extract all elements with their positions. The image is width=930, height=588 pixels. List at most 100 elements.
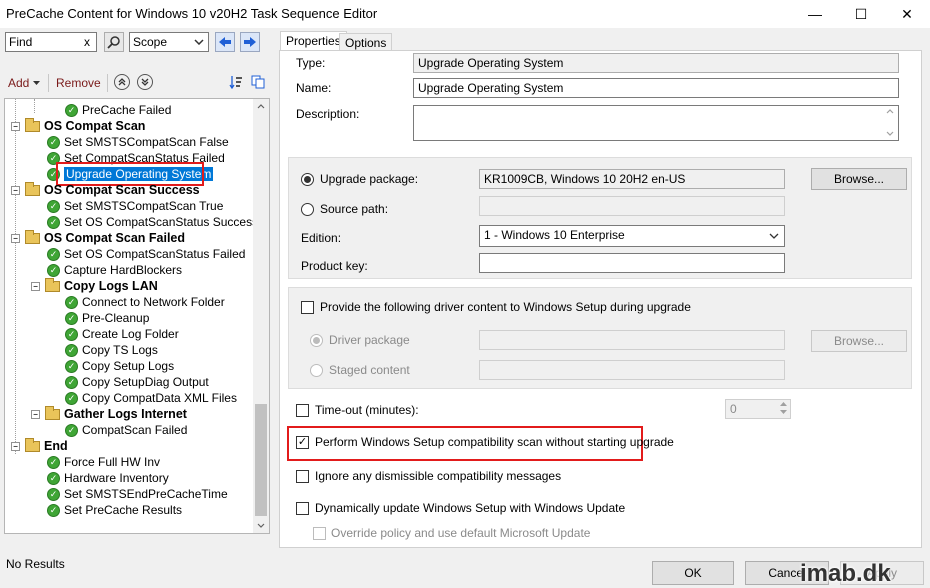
- scroll-up-icon[interactable]: [886, 109, 894, 114]
- upgrade-package-radio[interactable]: [301, 173, 314, 186]
- name-input[interactable]: Upgrade Operating System: [413, 78, 899, 98]
- scrollbar-thumb[interactable]: [255, 404, 267, 516]
- move-down-button[interactable]: [137, 74, 153, 90]
- upgrade-package-field: KR1009CB, Windows 10 20H2 en-US: [479, 169, 785, 189]
- tree-group-os-compat-scan[interactable]: − OS Compat Scan: [11, 117, 145, 134]
- sort-button[interactable]: [228, 74, 244, 90]
- tree-group-gather-logs-internet[interactable]: − Gather Logs Internet: [31, 405, 187, 422]
- override-policy-checkbox[interactable]: [313, 527, 326, 540]
- tree-item-label: Force Full HW Inv: [64, 455, 161, 469]
- find-clear-button[interactable]: x: [84, 35, 90, 49]
- timeout-label: Time-out (minutes):: [315, 403, 419, 417]
- title-bar: PreCache Content for Windows 10 v20H2 Ta…: [0, 0, 930, 28]
- type-field: Upgrade Operating System: [413, 53, 899, 73]
- tree-item-copy-setupdiag-output[interactable]: ✓ Copy SetupDiag Output: [65, 374, 209, 390]
- collapse-icon[interactable]: −: [11, 233, 20, 243]
- check-icon: ✓: [47, 471, 60, 485]
- tree-item-label: End: [44, 439, 68, 453]
- add-label: Add: [8, 76, 30, 90]
- find-input[interactable]: Find x: [5, 32, 97, 52]
- timeout-checkbox[interactable]: [296, 404, 309, 417]
- close-button[interactable]: ✕: [884, 0, 930, 28]
- remove-button[interactable]: Remove: [56, 76, 101, 90]
- tree-item-force-full-hw-inv[interactable]: ✓ Force Full HW Inv: [47, 454, 160, 470]
- check-icon: ✓: [65, 391, 78, 405]
- minimize-button[interactable]: —: [792, 0, 838, 28]
- driver-package-radio[interactable]: [310, 334, 323, 347]
- tree-item-set-precache-results[interactable]: ✓ Set PreCache Results: [47, 502, 182, 518]
- collapse-icon[interactable]: −: [31, 409, 40, 419]
- tree-item-copy-compatdata-xml-files[interactable]: ✓ Copy CompatData XML Files: [65, 390, 237, 406]
- tree-item-copy-setup-logs[interactable]: ✓ Copy Setup Logs: [65, 358, 174, 374]
- tab-options[interactable]: Options: [339, 33, 393, 51]
- ok-button[interactable]: OK: [652, 561, 734, 585]
- toolbar-divider: [107, 74, 108, 92]
- tree-item-pre-cleanup[interactable]: ✓ Pre-Cleanup: [65, 310, 149, 326]
- tree-scrollbar[interactable]: [253, 99, 269, 533]
- ignore-messages-checkbox[interactable]: [296, 470, 309, 483]
- staged-content-field: [479, 360, 785, 380]
- edition-value: 1 - Windows 10 Enterprise: [484, 228, 625, 242]
- timeout-stepper[interactable]: 0: [725, 399, 791, 419]
- product-key-input[interactable]: [479, 253, 785, 273]
- tree-item-label: OS Compat Scan Failed: [44, 231, 186, 245]
- description-scrollbar[interactable]: [882, 106, 898, 140]
- tree-item-set-os-compatscanstatus-failed[interactable]: ✓ Set OS CompatScanStatus Failed: [47, 246, 245, 262]
- driver-package-browse-button[interactable]: Browse...: [811, 330, 907, 352]
- type-label: Type:: [296, 56, 326, 70]
- previous-result-button[interactable]: [215, 32, 235, 52]
- override-policy-label: Override policy and use default Microsof…: [331, 526, 591, 540]
- scope-dropdown[interactable]: Scope: [129, 32, 209, 52]
- tree-item-set-smstscompatscan-true[interactable]: ✓ Set SMSTSCompatScan True: [47, 198, 223, 214]
- stepper-down-icon[interactable]: [780, 410, 787, 415]
- maximize-button[interactable]: ☐: [838, 0, 884, 28]
- find-search-button[interactable]: [104, 32, 124, 52]
- tree-item-hardware-inventory[interactable]: ✓ Hardware Inventory: [47, 470, 169, 486]
- tree-item-set-smstsendprecachetime[interactable]: ✓ Set SMSTSEndPreCacheTime: [47, 486, 228, 502]
- scroll-down-icon[interactable]: [886, 131, 894, 136]
- status-text: No Results: [6, 557, 65, 571]
- stepper-up-icon[interactable]: [780, 402, 787, 407]
- check-icon: ✓: [65, 375, 78, 389]
- next-result-button[interactable]: [240, 32, 260, 52]
- dynamic-update-checkbox[interactable]: [296, 502, 309, 515]
- tree-item-set-os-compatscanstatus-success[interactable]: ✓ Set OS CompatScanStatus Success: [47, 214, 258, 230]
- tree-item-create-log-folder[interactable]: ✓ Create Log Folder: [65, 326, 179, 342]
- tree-item-label: PreCache Failed: [82, 103, 172, 117]
- collapse-icon[interactable]: −: [11, 185, 20, 195]
- tree-group-copy-logs-lan[interactable]: − Copy Logs LAN: [31, 277, 158, 294]
- driver-content-checkbox[interactable]: [301, 301, 314, 314]
- tree-item-connect-to-network-folder[interactable]: ✓ Connect to Network Folder: [65, 294, 225, 310]
- tree-item-capture-hardblockers[interactable]: ✓ Capture HardBlockers: [47, 262, 182, 278]
- copy-button[interactable]: [250, 74, 266, 90]
- task-sequence-tree[interactable]: ✓ PreCache Failed − OS Compat Scan ✓ Set…: [4, 98, 270, 534]
- tab-properties[interactable]: Properties: [280, 31, 347, 51]
- edition-dropdown[interactable]: 1 - Windows 10 Enterprise: [479, 225, 785, 247]
- folder-icon: [25, 181, 40, 196]
- tree-group-os-compat-scan-failed[interactable]: − OS Compat Scan Failed: [11, 229, 186, 246]
- tree-group-os-compat-scan-success[interactable]: − OS Compat Scan Success: [11, 181, 200, 198]
- compat-scan-checkbox[interactable]: ✓: [296, 436, 309, 449]
- source-path-radio[interactable]: [301, 203, 314, 216]
- description-input[interactable]: [413, 105, 899, 141]
- folder-icon: [25, 437, 40, 452]
- tree-item-precache-failed[interactable]: ✓ PreCache Failed: [65, 102, 171, 118]
- move-up-button[interactable]: [114, 74, 130, 90]
- tree-line: [15, 99, 16, 454]
- scroll-up-icon[interactable]: [257, 104, 265, 109]
- tree-item-label: Set OS CompatScanStatus Success: [64, 215, 259, 229]
- tree-item-label: Copy TS Logs: [82, 343, 158, 357]
- check-icon: ✓: [47, 487, 60, 501]
- check-icon: ✓: [47, 135, 60, 149]
- tree-item-copy-ts-logs[interactable]: ✓ Copy TS Logs: [65, 342, 158, 358]
- upgrade-package-browse-button[interactable]: Browse...: [811, 168, 907, 190]
- staged-content-radio[interactable]: [310, 364, 323, 377]
- collapse-icon[interactable]: −: [11, 441, 20, 451]
- collapse-icon[interactable]: −: [11, 121, 20, 131]
- add-menu-button[interactable]: Add: [8, 76, 41, 90]
- collapse-icon[interactable]: −: [31, 281, 40, 291]
- tree-item-set-smstscompatscan-false[interactable]: ✓ Set SMSTSCompatScan False: [47, 134, 229, 150]
- tree-group-end[interactable]: − End: [11, 437, 68, 454]
- tree-item-compatscan-failed[interactable]: ✓ CompatScan Failed: [65, 422, 187, 438]
- scroll-down-icon[interactable]: [257, 523, 265, 528]
